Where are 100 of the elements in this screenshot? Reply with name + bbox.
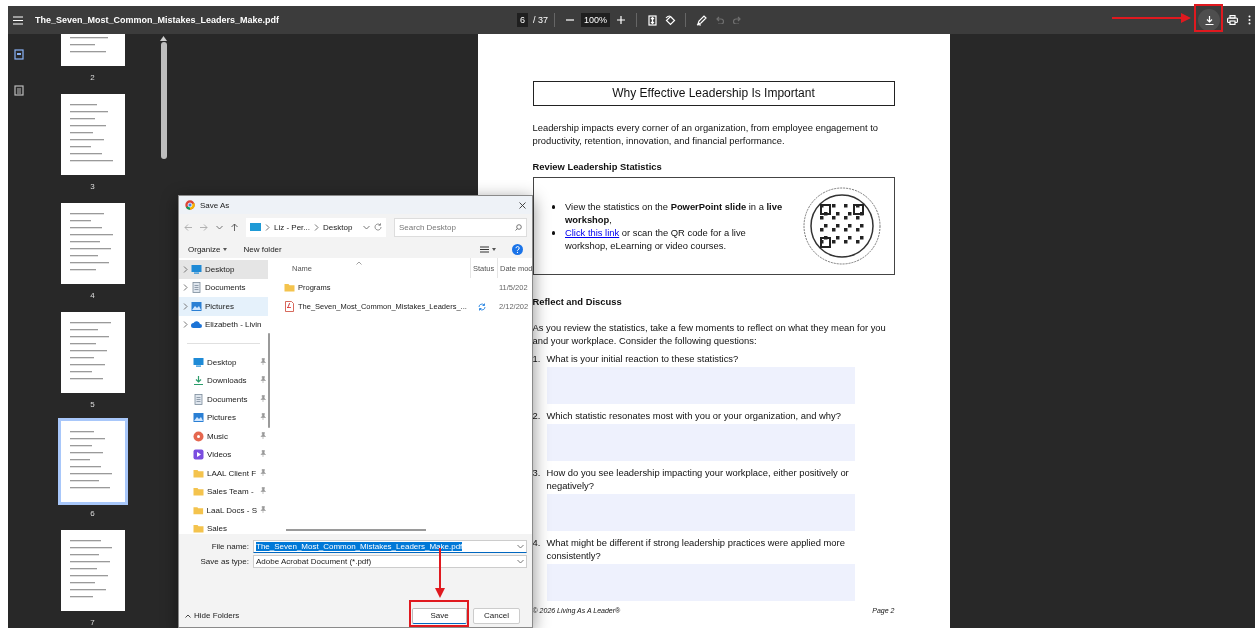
music-icon [193, 430, 204, 442]
page-number-label: 3 [90, 181, 95, 193]
hide-folders-button[interactable]: Hide Folders [185, 611, 240, 620]
redo-icon [732, 16, 742, 24]
nav-item[interactable]: Desktop [179, 260, 268, 279]
breadcrumb-item[interactable]: Liz - Per... [274, 222, 310, 232]
search-icon [515, 223, 522, 231]
nav-item[interactable]: Videos [179, 445, 268, 464]
view-options-button[interactable] [480, 245, 496, 253]
body-text: As you review the statistics, take a few moments to reflect on what they mean for you and your workplace. Consider the following questions: [532, 321, 887, 347]
fit-page-icon [647, 14, 657, 26]
close-icon [519, 201, 526, 209]
pin-icon [260, 413, 266, 421]
folder-icon [193, 486, 204, 498]
undo-icon [714, 16, 724, 24]
highlight-frame [409, 600, 469, 627]
file-name-field[interactable]: The_Seven_Most_Common_Mistakes_Leaders_Make.pdf [253, 540, 527, 553]
page-number-label: 2 [90, 72, 95, 84]
scrollbar-thumb[interactable] [160, 42, 167, 159]
nav-item[interactable]: Documents [179, 390, 268, 409]
dialog-title: Save As [200, 200, 231, 210]
address-bar[interactable]: Liz - Per... Desktop [246, 217, 386, 237]
pin-icon [260, 376, 266, 384]
desktop-icon [191, 263, 202, 275]
document-title: Why Effective Leadership Is Important [532, 81, 895, 106]
video-icon [193, 449, 204, 461]
nav-item[interactable]: Elizabeth - Livin [179, 315, 268, 334]
nav-item[interactable]: Pictures [179, 408, 268, 427]
file-type-dropdown[interactable]: Adobe Acrobat Document (*.pdf) [253, 555, 527, 568]
chevron-icon [314, 223, 319, 231]
highlight-frame [1194, 4, 1223, 32]
cancel-button[interactable]: Cancel [473, 607, 520, 624]
caret-icon [492, 247, 496, 251]
chevron-icon [183, 302, 188, 310]
picture-icon [191, 300, 202, 312]
chevron-icon [183, 265, 188, 273]
document-icon [191, 282, 202, 294]
organize-menu[interactable]: Organize [188, 244, 228, 254]
app-icon [185, 200, 195, 210]
close-button[interactable] [519, 201, 526, 209]
breadcrumb-item[interactable]: Desktop [323, 222, 353, 232]
up-button[interactable] [231, 223, 238, 231]
page-icon [14, 48, 24, 60]
nav-item[interactable]: Downloads [179, 371, 268, 390]
more-icon [1247, 15, 1251, 25]
field-label: File name: [210, 542, 249, 551]
sync-icon [478, 302, 486, 311]
nav-item[interactable]: Desktop [179, 353, 268, 372]
nav-item[interactable]: Sales Team - [179, 482, 268, 501]
page-count: / 37 [533, 15, 548, 25]
question-text: What might be different if strong leadership practices were applied more consistently? [546, 536, 846, 562]
up-arrow-icon [231, 223, 238, 231]
pin-icon [260, 394, 266, 402]
question-text: How do you see leadership impacting your workplace, either positively or negatively? [546, 466, 850, 492]
chevron-icon [183, 284, 188, 292]
pin-icon [260, 505, 266, 513]
outline-view-button[interactable] [12, 83, 26, 97]
chevron-down-icon [216, 224, 223, 230]
nav-item[interactable]: LaaL Docs - S [179, 501, 268, 520]
pin-icon [260, 431, 266, 439]
question-number: 1. [532, 352, 542, 365]
list-icon [14, 84, 24, 96]
scrollbar-thumb[interactable] [268, 333, 270, 428]
chevron-down-icon [517, 544, 524, 549]
picture-icon [193, 412, 204, 424]
pin-icon [260, 468, 266, 476]
page-number-label: 5 [90, 399, 95, 411]
nav-item[interactable]: Sales [179, 519, 268, 534]
menu-icon [13, 15, 23, 25]
bullet-icon [551, 205, 555, 209]
bullet-icon [551, 231, 555, 235]
pen-icon [695, 14, 707, 26]
scrollbar-thumb[interactable] [286, 528, 426, 531]
nav-item[interactable]: LAAL Client F [179, 464, 268, 483]
refresh-icon [374, 223, 382, 231]
section-heading: Review Leadership Statistics [532, 160, 662, 173]
save-button[interactable]: Save [412, 607, 467, 624]
nav-item[interactable]: Documents [179, 278, 268, 297]
new-folder-button[interactable]: New folder [243, 244, 282, 254]
file-name: The_Seven_Most_Common_Mistakes_Leaders_Make.pdf [35, 15, 280, 25]
help-button[interactable] [512, 243, 523, 255]
search-field[interactable]: Search Desktop [394, 217, 527, 237]
nav-item[interactable]: Music [179, 427, 268, 446]
nav-item[interactable]: Pictures [179, 297, 268, 316]
folder-icon [284, 282, 295, 293]
help-icon [512, 243, 523, 255]
pin-icon [260, 450, 266, 458]
question-number: 4. [532, 536, 542, 550]
cloud-icon [191, 319, 202, 331]
folder-icon [193, 467, 204, 479]
question-text: What is your initial reaction to these statistics? [546, 352, 740, 365]
zoom-level-field[interactable]: 100% [581, 13, 611, 27]
question-number: 2. [532, 409, 542, 422]
caret-icon [223, 247, 228, 251]
thumbnail-view-button[interactable] [12, 47, 26, 61]
question-text: Which statistic resonates most with you or your organization, and why? [546, 409, 842, 422]
download-button[interactable] [1198, 9, 1220, 31]
link[interactable]: Click this link [565, 227, 620, 238]
page-number-field[interactable]: 6 [516, 13, 528, 27]
field-label: Save as type: [199, 557, 249, 566]
